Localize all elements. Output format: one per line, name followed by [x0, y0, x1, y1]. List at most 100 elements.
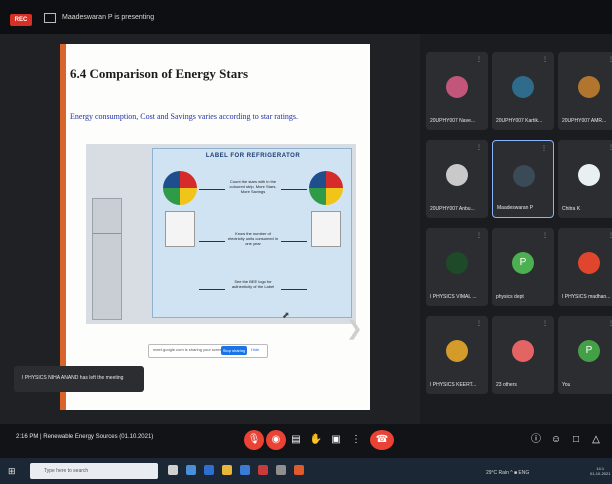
pointer-arrow [199, 289, 225, 290]
stop-sharing-button[interactable]: Stop sharing [221, 346, 247, 355]
pointer-arrow [199, 189, 225, 190]
avatar [446, 340, 468, 362]
tile-options-icon[interactable]: ⋮ [608, 232, 612, 239]
participant-tile[interactable]: ⋮ 20UPHY007 Anbu... [426, 140, 488, 218]
energy-label-figure: LABEL FOR REFRIGERATOR Count the stars w… [86, 144, 356, 324]
share-notice: meet.google.com is sharing your screen. [153, 347, 226, 352]
tile-options-icon[interactable]: ⋮ [608, 144, 612, 151]
star-rating-dial-left [163, 171, 197, 205]
tile-options-icon[interactable]: ⋮ [476, 232, 482, 239]
pointer-arrow [281, 189, 307, 190]
pointer-arrow [199, 241, 225, 242]
pointer-arrow [281, 241, 307, 242]
left-meeting-toast: I PHYSICS NIHA ANAND has left the meetin… [14, 366, 144, 392]
participant-name: 20UPHY007 Nave... [430, 118, 476, 124]
avatar [446, 76, 468, 98]
app-icon[interactable] [276, 465, 286, 475]
refrigerator-image [92, 198, 122, 320]
participant-tile[interactable]: ⋮ 20UPHY007 Kartik... [492, 52, 554, 130]
tile-options-icon[interactable]: ⋮ [476, 320, 482, 327]
avatar [513, 165, 535, 187]
participant-name: physics dept [496, 294, 524, 300]
present-now-icon[interactable]: ▣ [326, 430, 346, 450]
leave-call-icon[interactable]: ☎ [370, 430, 394, 450]
toast-text: I PHYSICS NIHA ANAND has left the meetin… [22, 375, 124, 381]
tile-options-icon[interactable]: ⋮ [608, 56, 612, 63]
raise-hand-icon[interactable]: ✋ [306, 430, 326, 450]
task-view-icon[interactable] [186, 465, 196, 475]
participant-tile[interactable]: ⋮ P You [558, 316, 612, 394]
label-detail-right [311, 211, 341, 247]
taskbar-search-placeholder: Type here to search [44, 468, 89, 474]
participant-name: 23 others [496, 382, 517, 388]
next-slide-chevron-icon[interactable]: ❯ [346, 316, 363, 341]
participant-tile[interactable]: ⋮ I PHYSICS VIMAL ... [426, 228, 488, 306]
pointer-arrow [281, 289, 307, 290]
meeting-time-title: 2:16 PM | Renewable Energy Sources (01.1… [16, 434, 154, 440]
taskbar-clock: 14:1 01-10-2021 [590, 466, 610, 476]
tile-options-icon[interactable]: ⋮ [476, 144, 482, 151]
participant-name: You [562, 382, 571, 388]
participant-name: 20UPHY007 Kartik... [496, 118, 543, 124]
label-note-stars: Count the stars with in the coloured str… [229, 179, 277, 194]
activities-icon[interactable]: △ [586, 430, 606, 450]
avatar [578, 252, 600, 274]
avatar [578, 164, 600, 186]
tile-options-icon[interactable]: ⋮ [542, 232, 548, 239]
participant-tile[interactable]: ⋮ I PHYSICS KEERT... [426, 316, 488, 394]
taskbar-search-box[interactable]: Type here to search [30, 463, 158, 479]
presenting-label: Maadeswaran P is presenting [62, 14, 155, 21]
slide-accent-bar [60, 44, 66, 410]
avatar: P [578, 340, 600, 362]
meeting-details-icon[interactable]: ⓘ [526, 430, 546, 450]
participant-tile[interactable]: ⋮ 23 others [492, 316, 554, 394]
tile-options-icon[interactable]: ⋮ [542, 56, 548, 63]
hide-share-bar-link[interactable]: Hide [251, 347, 259, 352]
participant-tile[interactable]: ⋮ 20UPHY007 AMR... [558, 52, 612, 130]
avatar [446, 252, 468, 274]
chrome-icon[interactable] [294, 465, 304, 475]
recording-badge: REC [10, 14, 32, 26]
participant-tile[interactable]: ⋮ 20UPHY007 Nave... [426, 52, 488, 130]
app-icon[interactable] [258, 465, 268, 475]
present-screen-icon [44, 13, 56, 23]
camera-off-icon[interactable]: ◉ [266, 430, 286, 450]
slide-title: 6.4 Comparison of Energy Stars [70, 66, 249, 81]
participant-name: 20UPHY007 Anbu... [430, 206, 475, 212]
label-detail-left [165, 211, 195, 247]
participant-name: Chitra K [562, 206, 581, 212]
people-icon[interactable]: ☺ [546, 430, 566, 450]
participant-name: Maadeswaran P [497, 205, 534, 211]
avatar [512, 76, 534, 98]
store-icon[interactable] [240, 465, 250, 475]
windows-start-icon[interactable]: ⊞ [8, 466, 16, 477]
edge-icon[interactable] [204, 465, 214, 475]
label-note-units: Know the number of electricity units con… [227, 231, 279, 246]
tile-options-icon[interactable]: ⋮ [608, 320, 612, 327]
tile-options-icon[interactable]: ⋮ [542, 320, 548, 327]
avatar: P [512, 252, 534, 274]
participant-name: I PHYSICS KEERT... [430, 382, 477, 388]
participant-tile[interactable]: ⋮ Pphysics dept [492, 228, 554, 306]
cortana-icon[interactable] [168, 465, 178, 475]
tile-options-icon[interactable]: ⋮ [541, 145, 547, 152]
avatar [578, 76, 600, 98]
screen-share-bar: meet.google.com is sharing your screen. … [148, 344, 268, 358]
mouse-cursor-icon: ⬈ [282, 310, 290, 320]
captions-icon[interactable]: ▤ [286, 430, 306, 450]
participant-name: 20UPHY007 AMR... [562, 118, 607, 124]
tile-options-icon[interactable]: ⋮ [476, 56, 482, 63]
file-explorer-icon[interactable] [222, 465, 232, 475]
refrigerator-label-card: LABEL FOR REFRIGERATOR Count the stars w… [152, 148, 352, 318]
participant-tile[interactable]: ⋮ Maadeswaran P [492, 140, 554, 218]
system-tray: 29°C Rain ^ ■ ENG [486, 470, 530, 476]
chat-icon[interactable]: □ [566, 430, 586, 450]
avatar [446, 164, 468, 186]
participant-name: I PHYSICS madhan... [562, 294, 611, 300]
microphone-off-icon[interactable]: 🎙 [244, 430, 264, 450]
more-options-icon[interactable]: ⋮ [346, 430, 366, 450]
label-note-logo: See the BEE logo for authenticity of the… [231, 279, 275, 289]
participant-tile[interactable]: ⋮ I PHYSICS madhan... [558, 228, 612, 306]
avatar [512, 340, 534, 362]
participant-tile[interactable]: ⋮ Chitra K [558, 140, 612, 218]
